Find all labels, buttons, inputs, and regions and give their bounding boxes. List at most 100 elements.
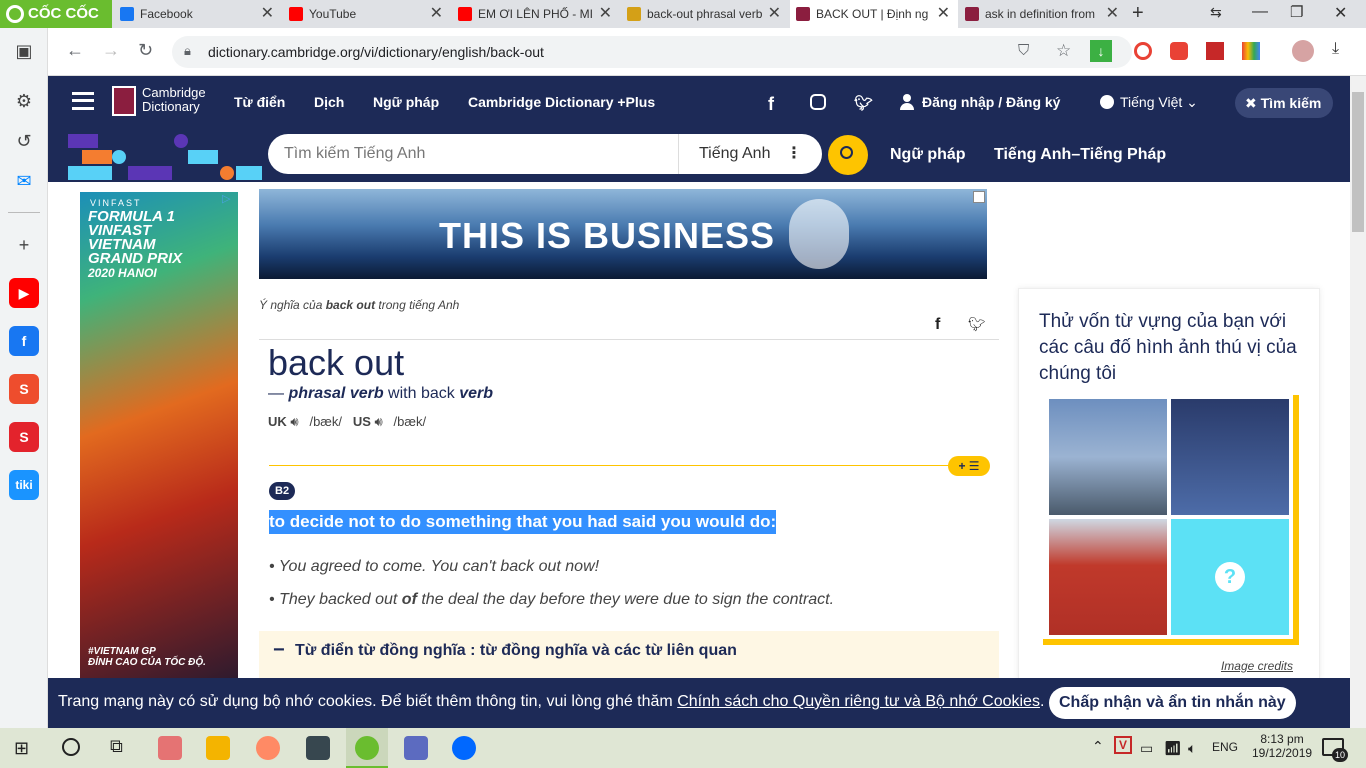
tray-up-icon[interactable]: ⌃ [1092,738,1104,755]
close-icon[interactable]: ✕ [261,0,274,28]
accept-cookies-button[interactable]: Chấp nhận và ẩn tin nhắn này [1049,687,1296,719]
new-tab-button[interactable]: + [1132,2,1144,25]
mystery-image[interactable]: ? [1171,519,1289,635]
ad-headline: FORMULA 1 VINFAST VIETNAM GRAND PRIX 202… [88,209,182,280]
language-indicator[interactable]: ENG [1212,740,1238,754]
skyscraper-image[interactable] [1049,399,1167,515]
search-language-select[interactable]: Tiếng Anh ⋮ [678,134,822,174]
link-grammar[interactable]: Ngữ pháp [890,146,966,164]
extension-shield-icon[interactable] [1170,42,1188,60]
close-icon[interactable]: ✕ [1106,0,1119,28]
volume-icon[interactable]: 🔈︎ [1188,740,1196,757]
tab-facebook[interactable]: Facebook ✕ [114,0,282,28]
nav-grammar[interactable]: Ngữ pháp [373,94,439,110]
search-toggle-button[interactable]: ✖ Tìm kiếm [1235,88,1333,118]
maximize-icon[interactable]: ❐ [1290,3,1303,21]
image-credits-link[interactable]: Image credits [1221,659,1293,673]
coccoc-logo[interactable]: CỐC CỐC [0,0,112,28]
battery-icon[interactable]: ▭ [1140,740,1153,757]
scrollbar-thumb[interactable] [1352,92,1364,232]
sendo-app-icon[interactable]: S [9,422,39,452]
nav-plus[interactable]: Cambridge Dictionary +Plus [468,94,655,110]
search-button[interactable] [828,135,868,175]
breadcrumb-pre: Ý nghĩa của [259,298,326,312]
extension-color-icon[interactable] [1242,42,1260,60]
tab-ask-in-definition[interactable]: ask in definition from ✕ [959,0,1127,28]
close-icon[interactable]: ✕ [599,0,612,28]
twitter-icon[interactable]: 🐦︎ [854,94,873,112]
search-icon[interactable] [62,738,80,756]
file-explorer-icon[interactable] [206,736,230,760]
download-icon[interactable]: ↓ [1090,40,1112,62]
sticky-notes-icon[interactable] [306,736,330,760]
link-english-french[interactable]: Tiếng Anh–Tiếng Pháp [994,146,1166,164]
task-view-icon[interactable]: ⧉ [110,736,123,757]
downloads-icon[interactable]: ⤓ [1332,40,1339,58]
facebook-app-icon[interactable]: f [9,326,39,356]
history-icon[interactable]: ↺ [13,130,35,152]
unikey-icon[interactable]: V [1114,736,1132,754]
youtube-app-icon[interactable]: ▶ [9,278,39,308]
share-facebook-icon[interactable]: f [935,316,940,334]
close-window-icon[interactable]: ✕ [1334,3,1347,23]
nav-translate[interactable]: Dịch [314,94,344,110]
zalo-icon[interactable] [452,736,476,760]
instagram-icon[interactable] [810,94,826,110]
tab-search-icon[interactable]: ⇆ [1210,4,1222,21]
coccoc-taskbar-item[interactable] [346,728,388,768]
tab-youtube[interactable]: YouTube ✕ [283,0,451,28]
star-icon[interactable]: ☆ [1056,41,1071,61]
tab-em-oi-len-pho[interactable]: EM ƠI LÊN PHỐ - MI ✕ [452,0,620,28]
paint-icon[interactable] [256,736,280,760]
uk-speaker-icon[interactable]: 🔊︎ [290,414,298,429]
extension-icon[interactable] [1206,42,1224,60]
back-icon[interactable]: ← [66,40,84,61]
close-icon[interactable]: ✕ [430,0,443,28]
forward-icon[interactable]: → [102,40,120,61]
headword: back out [268,342,405,383]
add-app-icon[interactable]: + [13,234,35,256]
picture-quiz-card[interactable]: Thử vốn từ vựng của bạn với các câu đố h… [1018,288,1320,682]
site-logo[interactable]: Cambridge Dictionary [142,86,206,114]
add-to-wordlist-button[interactable]: + ☰ [948,456,990,476]
facebook-icon[interactable]: f [768,94,774,115]
settings-icon[interactable]: ⚙ [13,90,35,112]
sidebar-toggle-icon[interactable]: ▣ [13,40,35,62]
thesaurus-panel[interactable]: − Từ điển từ đồng nghĩa : từ đồng nghĩa … [259,631,999,679]
tab-back-out-phrasal[interactable]: back-out phrasal verb ✕ [621,0,789,28]
notification-icon[interactable]: 10 [1322,738,1348,762]
address-bar[interactable]: 🔒︎ dictionary.cambridge.org/vi/dictionar… [172,36,1132,68]
adchoices-icon[interactable]: ▷ [222,192,236,206]
app-icon[interactable] [404,736,428,760]
shopee-app-icon[interactable]: S [9,374,39,404]
minimize-icon[interactable]: — [1252,3,1268,21]
tab-back-out-cambridge[interactable]: BACK OUT | Định ng ✕ [790,0,958,28]
adchoices-icon[interactable] [973,191,985,203]
menu-icon[interactable] [72,92,94,110]
share-twitter-icon[interactable]: 🐦︎ [968,316,986,333]
tiki-app-icon[interactable]: tiki [9,470,39,500]
wifi-icon[interactable]: 📶︎ [1164,740,1182,757]
app-icon[interactable] [158,736,182,760]
privacy-policy-link[interactable]: Chính sách cho Quyền riêng tư và Bộ nhớ … [677,693,1040,710]
f1-advertisement[interactable]: VINFAST FORMULA 1 VINFAST VIETNAM GRAND … [80,192,238,682]
barn-image[interactable] [1049,519,1167,635]
windmill-image[interactable] [1171,399,1289,515]
shield-icon[interactable]: ⛉ [1018,42,1029,59]
reload-icon[interactable]: ↻ [138,40,153,61]
collapse-icon[interactable]: − [273,639,285,662]
language-select[interactable]: Tiếng Việt ⌄ [1120,94,1198,111]
login-link[interactable]: Đăng nhập / Đăng ký [922,94,1060,110]
profile-avatar[interactable] [1292,40,1314,62]
us-speaker-icon[interactable]: 🔊︎ [375,414,383,429]
nav-dictionary[interactable]: Từ điển [234,94,285,110]
close-icon[interactable]: ✕ [768,0,781,28]
windows-start-icon[interactable]: ⊞ [14,738,29,759]
business-banner-ad[interactable]: THIS IS BUSINESS [259,189,987,279]
close-icon[interactable]: ✕ [937,0,950,28]
clock[interactable]: 8:13 pm 19/12/2019 [1252,732,1312,760]
extension-chrome-icon[interactable] [1134,42,1152,60]
messenger-icon[interactable]: ✉ [13,170,35,192]
page-scrollbar[interactable] [1350,76,1366,728]
search-input[interactable]: Tìm kiếm Tiếng Anh Tiếng Anh ⋮ [268,134,822,174]
